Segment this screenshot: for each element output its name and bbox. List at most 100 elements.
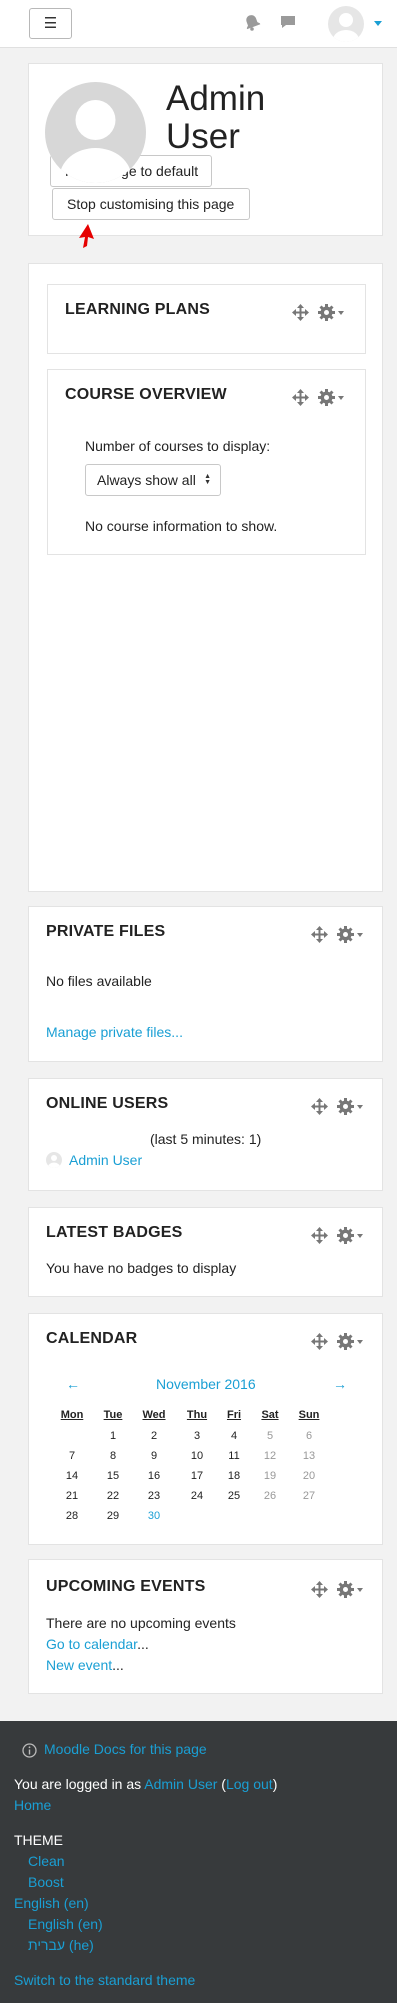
calendar-weekday-tue: Tue xyxy=(103,1409,123,1421)
block-controls xyxy=(311,1581,371,1599)
calendar-day: 11 xyxy=(228,1450,240,1462)
new-event-row: New event... xyxy=(46,1657,124,1673)
calendar-day: 7 xyxy=(68,1450,76,1462)
caret-down-icon[interactable] xyxy=(374,21,382,26)
courses-display-select[interactable]: Always show all ▲ ▼ xyxy=(85,464,221,496)
block-title-private-files: PRIVATE FILES xyxy=(46,923,166,940)
calendar-weekday-sat: Sat xyxy=(261,1409,279,1421)
block-title-upcoming-events: UPCOMING EVENTS xyxy=(46,1578,206,1595)
courses-display-label: Number of courses to display: xyxy=(85,438,271,454)
select-arrows-icon: ▲ ▼ xyxy=(204,473,211,486)
pointer-cursor-icon xyxy=(77,224,95,251)
move-icon[interactable] xyxy=(311,1581,328,1601)
online-user-link[interactable]: Admin User xyxy=(69,1152,142,1168)
chat-icon[interactable] xyxy=(279,13,297,34)
gear-icon[interactable] xyxy=(337,926,354,946)
page-footer: Moodle Docs for this page You are logged… xyxy=(0,1721,397,2003)
move-icon[interactable] xyxy=(292,389,309,409)
no-badges-text: You have no badges to display xyxy=(46,1260,237,1276)
gear-icon[interactable] xyxy=(337,1227,354,1247)
calendar-day: 2 xyxy=(150,1430,158,1442)
calendar-month-link[interactable]: November 2016 xyxy=(156,1376,256,1392)
calendar-day: 27 xyxy=(302,1490,316,1502)
block-controls xyxy=(311,1227,371,1245)
block-title-online-users: ONLINE USERS xyxy=(46,1095,169,1112)
calendar-day: 16 xyxy=(147,1470,161,1482)
goto-calendar-link[interactable]: Go to calendar xyxy=(46,1636,137,1652)
latest-badges-block xyxy=(28,1207,383,1297)
move-icon[interactable] xyxy=(311,1098,328,1118)
calendar-day: 3 xyxy=(193,1430,201,1442)
standard-theme-link[interactable]: Switch to the standard theme xyxy=(14,1972,195,1988)
logout-link[interactable]: Log out xyxy=(226,1776,273,1792)
gear-icon[interactable] xyxy=(337,1333,354,1353)
menu-toggle-button[interactable]: ☰ xyxy=(29,8,72,39)
calendar-weekday-thu: Thu xyxy=(186,1409,208,1421)
select-value: Always show all xyxy=(97,472,196,488)
chevron-down-icon[interactable] xyxy=(338,396,344,400)
calendar-day: 1 xyxy=(109,1430,117,1442)
paren-open: ( xyxy=(217,1776,226,1792)
calendar-weekday-fri: Fri xyxy=(226,1409,242,1421)
calendar-day: 10 xyxy=(190,1450,204,1462)
calendar-weekday-sun: Sun xyxy=(298,1409,320,1421)
stop-customising-button[interactable]: Stop customising this page xyxy=(52,188,250,220)
move-icon[interactable] xyxy=(311,926,328,946)
calendar-day: 5 xyxy=(266,1430,274,1442)
theme-clean-link[interactable]: Clean xyxy=(28,1853,65,1869)
user-avatar[interactable] xyxy=(328,6,364,42)
chevron-down-icon[interactable] xyxy=(357,933,363,937)
calendar-prev-month[interactable]: ← xyxy=(66,1376,80,1392)
home-link[interactable]: Home xyxy=(14,1797,51,1813)
top-navbar: ☰ xyxy=(0,0,397,48)
theme-label: THEME xyxy=(14,1832,63,1848)
calendar-day: 13 xyxy=(302,1450,316,1462)
calendar-day: 17 xyxy=(190,1470,204,1482)
calendar-day[interactable]: 30 xyxy=(138,1510,170,1522)
calendar-day: 6 xyxy=(305,1430,313,1442)
calendar-day: 21 xyxy=(65,1490,79,1502)
gear-icon[interactable] xyxy=(318,304,335,324)
new-event-link[interactable]: New event xyxy=(46,1657,112,1673)
calendar-day: 29 xyxy=(106,1510,120,1522)
page-title-line1: Admin xyxy=(166,79,266,118)
calendar-day: 22 xyxy=(106,1490,120,1502)
page-title: Admin User xyxy=(166,80,265,156)
calendar-day: 9 xyxy=(150,1450,158,1462)
chevron-down-icon[interactable] xyxy=(338,311,344,315)
move-icon[interactable] xyxy=(311,1227,328,1247)
block-title-learning-plans: LEARNING PLANS xyxy=(65,301,211,318)
footer-user-link[interactable]: Admin User xyxy=(144,1776,217,1792)
ellipsis-text: ... xyxy=(137,1636,149,1652)
goto-calendar-row: Go to calendar... xyxy=(46,1636,149,1652)
manage-private-files-link[interactable]: Manage private files... xyxy=(46,1024,183,1040)
chevron-down-icon[interactable] xyxy=(357,1588,363,1592)
gear-icon[interactable] xyxy=(337,1581,354,1601)
chevron-down-icon[interactable] xyxy=(357,1105,363,1109)
language-he-link[interactable]: עברית (he) xyxy=(28,1937,94,1953)
info-icon xyxy=(22,1743,37,1761)
gear-icon[interactable] xyxy=(318,389,335,409)
gear-icon[interactable] xyxy=(337,1098,354,1118)
logged-in-prefix: You are logged in as xyxy=(14,1776,145,1792)
moodle-docs-link[interactable]: Moodle Docs for this page xyxy=(44,1741,207,1757)
chevron-down-icon[interactable] xyxy=(357,1234,363,1238)
block-title-latest-badges: LATEST BADGES xyxy=(46,1224,183,1241)
move-icon[interactable] xyxy=(292,304,309,324)
theme-boost-link[interactable]: Boost xyxy=(28,1874,64,1890)
page-title-line2: User xyxy=(166,117,240,156)
calendar-weekday-mon: Mon xyxy=(60,1409,84,1421)
current-language-link[interactable]: English (en) xyxy=(14,1895,89,1911)
block-controls xyxy=(292,389,352,407)
block-controls xyxy=(311,1098,371,1116)
chevron-down-icon[interactable] xyxy=(357,1340,363,1344)
calendar-day: 25 xyxy=(227,1490,241,1502)
move-icon[interactable] xyxy=(311,1333,328,1353)
calendar-day: 19 xyxy=(263,1470,277,1482)
calendar-next-month[interactable]: → xyxy=(333,1376,347,1392)
language-en-link[interactable]: English (en) xyxy=(28,1916,103,1932)
bell-icon[interactable] xyxy=(243,13,261,34)
no-course-info-text: No course information to show. xyxy=(85,518,278,534)
calendar-day: 28 xyxy=(65,1510,79,1522)
calendar-day: 24 xyxy=(190,1490,204,1502)
